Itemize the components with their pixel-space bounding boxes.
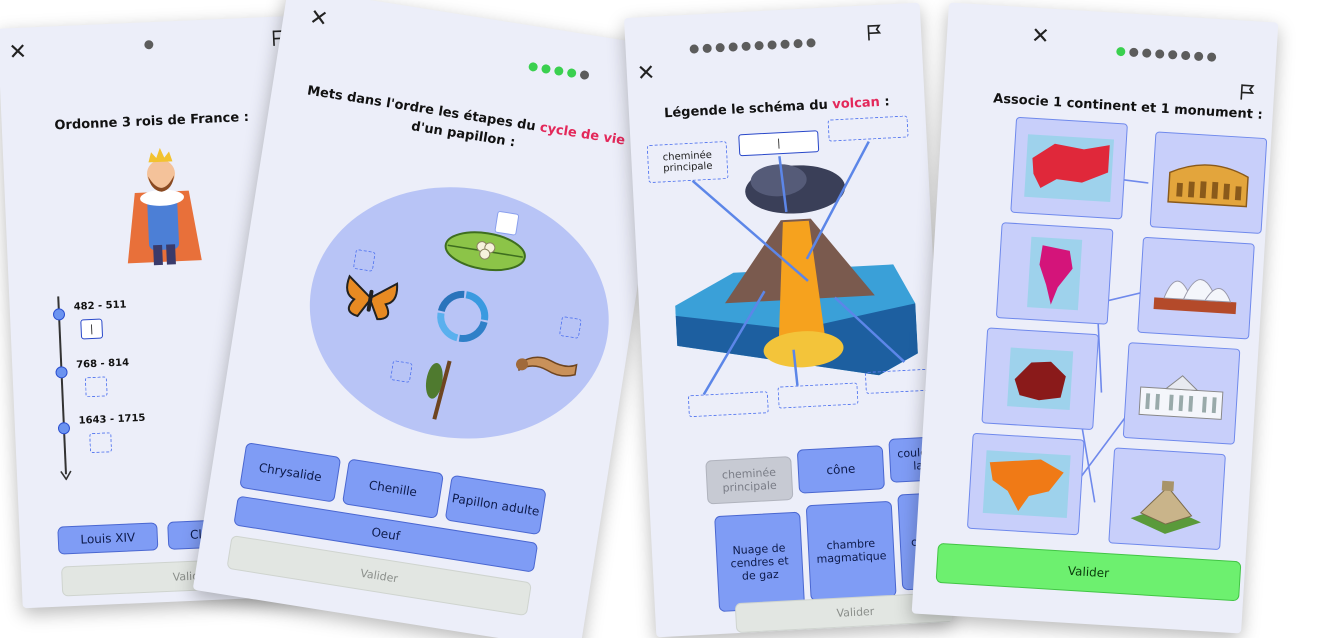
progress-dot — [702, 43, 712, 54]
flag-icon[interactable] — [1238, 82, 1257, 101]
quiz-card-volcano: ✕ Légende le schéma du volcan : cheminée… — [623, 2, 953, 638]
close-icon[interactable]: ✕ — [308, 5, 330, 33]
timeline-marker — [57, 422, 71, 435]
option-button[interactable]: Chrysalide — [239, 442, 342, 503]
option-button[interactable]: chambre magmatique — [805, 500, 897, 602]
progress-dot — [566, 67, 577, 79]
flag-icon[interactable] — [865, 23, 884, 42]
south-america-map-icon — [1027, 236, 1083, 311]
progress-dot — [579, 69, 590, 81]
progress-dot — [806, 38, 816, 48]
timeline-label: 768 - 814 — [76, 357, 130, 371]
australia-map-icon — [1007, 347, 1074, 411]
progress-dot — [528, 61, 539, 73]
progress-dot — [689, 44, 699, 54]
answer-slot[interactable]: | — [738, 130, 820, 157]
option-button[interactable]: Chenille — [341, 458, 444, 519]
progress-dot — [754, 40, 764, 51]
timeline-marker — [52, 308, 66, 321]
progress-dot — [1154, 49, 1165, 59]
quiz-card-continents: ✕ Associe 1 continent et 1 monument : Va… — [911, 2, 1279, 634]
answer-slot[interactable]: | — [80, 318, 104, 340]
pyramid-icon — [1130, 480, 1201, 534]
progress-dot — [1206, 52, 1217, 62]
progress-dot — [780, 39, 790, 50]
north-america-map-icon — [982, 450, 1071, 518]
colosseum-icon — [1167, 164, 1249, 208]
progress-dots — [144, 40, 154, 50]
timeline-arrow-icon — [60, 470, 72, 481]
option-button[interactable]: cône — [796, 445, 885, 494]
question-title: Mets dans l'ordre les étapes du cycle de… — [268, 76, 661, 175]
timeline-marker — [55, 366, 68, 379]
validate-button[interactable]: Valider — [935, 542, 1242, 602]
progress-dot — [144, 40, 154, 50]
progress-dot — [741, 41, 751, 52]
close-icon[interactable]: ✕ — [8, 40, 28, 66]
monument-tile-white-house[interactable] — [1122, 342, 1241, 445]
cycle-arrows-icon — [437, 290, 489, 342]
option-button[interactable]: Nuage de cendres et de gaz — [714, 511, 806, 613]
title-accent: cycle de vie — [538, 120, 627, 149]
timeline-label: 482 - 511 — [73, 299, 127, 313]
progress-dots — [528, 61, 590, 81]
continent-tile-australia[interactable] — [981, 327, 1100, 431]
option-button[interactable]: Louis XIV — [57, 522, 159, 555]
progress-dot — [715, 42, 725, 53]
progress-dots — [689, 38, 816, 54]
progress-dot — [1167, 49, 1178, 60]
progress-dot — [767, 40, 777, 50]
timeline-axis — [57, 296, 67, 475]
europe-map-icon — [1024, 134, 1115, 203]
progress-dot — [1129, 47, 1139, 58]
opera-house-icon — [1153, 279, 1237, 315]
answer-slot[interactable] — [687, 391, 769, 418]
close-icon[interactable]: ✕ — [1030, 24, 1050, 50]
progress-dot — [1180, 50, 1191, 61]
monument-tile-chichen-itza[interactable] — [1108, 447, 1226, 551]
title-text: Légende le schéma du — [663, 97, 833, 122]
continent-tile-europe[interactable] — [1010, 116, 1128, 220]
question-title: Ordonne 3 rois de France : — [54, 109, 250, 134]
monument-tile-colosseum[interactable] — [1149, 131, 1268, 235]
continent-tile-south-america[interactable] — [995, 222, 1114, 325]
answer-slot[interactable] — [827, 115, 909, 142]
title-accent: volcan — [831, 94, 881, 113]
progress-dot — [728, 42, 738, 52]
monument-tile-opera-house[interactable] — [1137, 236, 1255, 340]
continent-tile-north-america[interactable] — [966, 432, 1085, 536]
close-icon[interactable]: ✕ — [636, 61, 656, 87]
answer-slot[interactable] — [89, 432, 113, 454]
volcano-illustration — [675, 164, 918, 376]
answer-slot[interactable] — [84, 376, 108, 398]
butterfly-illustration — [346, 274, 399, 321]
answer-slot[interactable] — [352, 248, 376, 272]
progress-dot — [1193, 51, 1204, 62]
progress-dot — [540, 63, 552, 75]
option-button[interactable]: Papillon adulte — [444, 474, 547, 536]
progress-dot — [1141, 48, 1152, 58]
progress-dot — [793, 38, 803, 49]
answer-slot[interactable] — [777, 382, 859, 409]
progress-dots — [1116, 46, 1217, 62]
king-illustration — [127, 147, 202, 266]
option-button[interactable]: cheminée principale — [705, 456, 794, 505]
progress-dot — [1116, 46, 1126, 57]
progress-dot — [553, 65, 564, 77]
timeline-label: 1643 - 1715 — [78, 412, 146, 427]
answer-slot[interactable] — [558, 315, 582, 339]
title-text: : — [879, 94, 890, 110]
answer-slot[interactable] — [389, 360, 413, 383]
white-house-icon — [1138, 375, 1224, 420]
